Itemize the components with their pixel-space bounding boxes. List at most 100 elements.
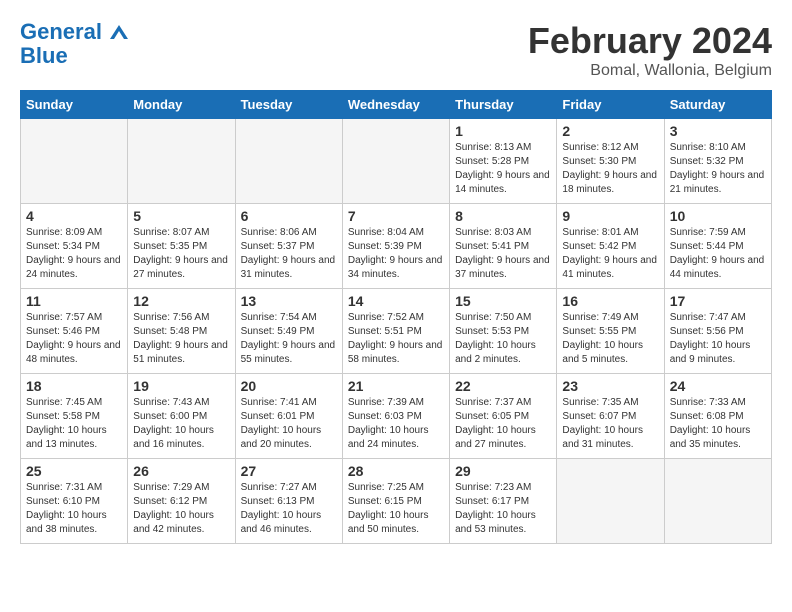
calendar-row: 25Sunrise: 7:31 AM Sunset: 6:10 PM Dayli… — [21, 459, 772, 544]
calendar-row: 4 Sunrise: 8:09 AM Sunset: 5:34 PM Daylig… — [21, 204, 772, 289]
day-info: Sunrise: 7:23 AM Sunset: 6:17 PM Dayligh… — [455, 481, 551, 537]
day-info: Sunrise: 7:43 AM Sunset: 6:00 PM Dayligh… — [133, 396, 229, 452]
table-row: 15 Sunrise: 7:50 AM Sunset: 5:53 PM Dayli… — [450, 289, 557, 374]
table-row: 25Sunrise: 7:31 AM Sunset: 6:10 PM Dayli… — [21, 459, 128, 544]
table-row — [557, 459, 664, 544]
day-info: Sunrise: 8:12 AM Sunset: 5:30 PM Dayligh… — [562, 141, 658, 197]
table-row: 9 Sunrise: 8:01 AM Sunset: 5:42 PM Daylig… — [557, 204, 664, 289]
day-info: Sunrise: 7:52 AM Sunset: 5:51 PM Dayligh… — [348, 311, 444, 367]
col-tuesday: Tuesday — [235, 91, 342, 119]
col-friday: Friday — [557, 91, 664, 119]
day-number: 17 — [670, 293, 766, 309]
calendar-title: February 2024 — [528, 20, 772, 62]
table-row: 10Sunrise: 7:59 AM Sunset: 5:44 PM Dayli… — [664, 204, 771, 289]
table-row — [664, 459, 771, 544]
table-row: 5 Sunrise: 8:07 AM Sunset: 5:35 PM Daylig… — [128, 204, 235, 289]
day-number: 11 — [26, 293, 122, 309]
day-info: Sunrise: 8:10 AM Sunset: 5:32 PM Dayligh… — [670, 141, 766, 197]
table-row: 6 Sunrise: 8:06 AM Sunset: 5:37 PM Daylig… — [235, 204, 342, 289]
day-number: 13 — [241, 293, 337, 309]
table-row: 28 Sunrise: 7:25 AM Sunset: 6:15 PM Dayli… — [342, 459, 449, 544]
day-number: 19 — [133, 378, 229, 394]
day-info: Sunrise: 7:45 AM Sunset: 5:58 PM Dayligh… — [26, 396, 122, 452]
header: General Blue February 2024 Bomal, Wallon… — [20, 20, 772, 80]
day-number: 4 — [26, 208, 122, 224]
day-number: 8 — [455, 208, 551, 224]
table-row: 11 Sunrise: 7:57 AM Sunset: 5:46 PM Dayli… — [21, 289, 128, 374]
day-info: Sunrise: 8:09 AM Sunset: 5:34 PM Dayligh… — [26, 226, 122, 282]
day-number: 15 — [455, 293, 551, 309]
day-number: 9 — [562, 208, 658, 224]
day-number: 27 — [241, 463, 337, 479]
day-info: Sunrise: 7:57 AM Sunset: 5:46 PM Dayligh… — [26, 311, 122, 367]
col-thursday: Thursday — [450, 91, 557, 119]
day-number: 26 — [133, 463, 229, 479]
day-number: 16 — [562, 293, 658, 309]
table-row — [21, 119, 128, 204]
logo-text: General — [20, 20, 128, 44]
table-row: 21 Sunrise: 7:39 AM Sunset: 6:03 PM Dayli… — [342, 374, 449, 459]
day-info: Sunrise: 7:56 AM Sunset: 5:48 PM Dayligh… — [133, 311, 229, 367]
logo: General Blue — [20, 20, 128, 68]
day-info: Sunrise: 8:01 AM Sunset: 5:42 PM Dayligh… — [562, 226, 658, 282]
day-info: Sunrise: 7:27 AM Sunset: 6:13 PM Dayligh… — [241, 481, 337, 537]
table-row — [235, 119, 342, 204]
table-row: 20Sunrise: 7:41 AM Sunset: 6:01 PM Dayli… — [235, 374, 342, 459]
table-row: 12 Sunrise: 7:56 AM Sunset: 5:48 PM Dayli… — [128, 289, 235, 374]
day-info: Sunrise: 7:33 AM Sunset: 6:08 PM Dayligh… — [670, 396, 766, 452]
table-row: 2 Sunrise: 8:12 AM Sunset: 5:30 PM Daylig… — [557, 119, 664, 204]
col-saturday: Saturday — [664, 91, 771, 119]
calendar-row: 11 Sunrise: 7:57 AM Sunset: 5:46 PM Dayli… — [21, 289, 772, 374]
table-row: 14 Sunrise: 7:52 AM Sunset: 5:51 PM Dayli… — [342, 289, 449, 374]
table-row: 23 Sunrise: 7:35 AM Sunset: 6:07 PM Dayli… — [557, 374, 664, 459]
day-info: Sunrise: 8:13 AM Sunset: 5:28 PM Dayligh… — [455, 141, 551, 197]
logo-blue-text: Blue — [20, 44, 128, 68]
day-info: Sunrise: 7:29 AM Sunset: 6:12 PM Dayligh… — [133, 481, 229, 537]
day-info: Sunrise: 8:03 AM Sunset: 5:41 PM Dayligh… — [455, 226, 551, 282]
day-info: Sunrise: 7:50 AM Sunset: 5:53 PM Dayligh… — [455, 311, 551, 367]
col-sunday: Sunday — [21, 91, 128, 119]
table-row: 22Sunrise: 7:37 AM Sunset: 6:05 PM Dayli… — [450, 374, 557, 459]
table-row — [342, 119, 449, 204]
day-info: Sunrise: 8:07 AM Sunset: 5:35 PM Dayligh… — [133, 226, 229, 282]
table-row: 1 Sunrise: 8:13 AM Sunset: 5:28 PM Daylig… — [450, 119, 557, 204]
table-row: 18 Sunrise: 7:45 AM Sunset: 5:58 PM Dayli… — [21, 374, 128, 459]
table-row: 27 Sunrise: 7:27 AM Sunset: 6:13 PM Dayli… — [235, 459, 342, 544]
day-info: Sunrise: 7:59 AM Sunset: 5:44 PM Dayligh… — [670, 226, 766, 282]
day-number: 23 — [562, 378, 658, 394]
title-area: February 2024 Bomal, Wallonia, Belgium — [528, 20, 772, 80]
day-info: Sunrise: 7:41 AM Sunset: 6:01 PM Dayligh… — [241, 396, 337, 452]
day-number: 28 — [348, 463, 444, 479]
day-number: 14 — [348, 293, 444, 309]
day-info: Sunrise: 7:49 AM Sunset: 5:55 PM Dayligh… — [562, 311, 658, 367]
table-row: 3 Sunrise: 8:10 AM Sunset: 5:32 PM Daylig… — [664, 119, 771, 204]
calendar-row: 1 Sunrise: 8:13 AM Sunset: 5:28 PM Daylig… — [21, 119, 772, 204]
day-info: Sunrise: 7:25 AM Sunset: 6:15 PM Dayligh… — [348, 481, 444, 537]
day-number: 6 — [241, 208, 337, 224]
day-number: 1 — [455, 123, 551, 139]
day-info: Sunrise: 7:39 AM Sunset: 6:03 PM Dayligh… — [348, 396, 444, 452]
day-number: 2 — [562, 123, 658, 139]
calendar-subtitle: Bomal, Wallonia, Belgium — [528, 62, 772, 80]
day-number: 18 — [26, 378, 122, 394]
table-row: 16 Sunrise: 7:49 AM Sunset: 5:55 PM Dayli… — [557, 289, 664, 374]
day-number: 21 — [348, 378, 444, 394]
table-row: 17Sunrise: 7:47 AM Sunset: 5:56 PM Dayli… — [664, 289, 771, 374]
table-row: 8 Sunrise: 8:03 AM Sunset: 5:41 PM Daylig… — [450, 204, 557, 289]
table-row: 29Sunrise: 7:23 AM Sunset: 6:17 PM Dayli… — [450, 459, 557, 544]
logo-icon — [110, 25, 128, 39]
table-row: 24Sunrise: 7:33 AM Sunset: 6:08 PM Dayli… — [664, 374, 771, 459]
day-number: 12 — [133, 293, 229, 309]
day-number: 5 — [133, 208, 229, 224]
day-info: Sunrise: 8:04 AM Sunset: 5:39 PM Dayligh… — [348, 226, 444, 282]
calendar-header-row: Sunday Monday Tuesday Wednesday Thursday… — [21, 91, 772, 119]
col-monday: Monday — [128, 91, 235, 119]
day-number: 3 — [670, 123, 766, 139]
day-info: Sunrise: 8:06 AM Sunset: 5:37 PM Dayligh… — [241, 226, 337, 282]
table-row: 7Sunrise: 8:04 AM Sunset: 5:39 PM Daylig… — [342, 204, 449, 289]
table-row: 4 Sunrise: 8:09 AM Sunset: 5:34 PM Daylig… — [21, 204, 128, 289]
day-info: Sunrise: 7:35 AM Sunset: 6:07 PM Dayligh… — [562, 396, 658, 452]
day-number: 25 — [26, 463, 122, 479]
calendar-row: 18 Sunrise: 7:45 AM Sunset: 5:58 PM Dayli… — [21, 374, 772, 459]
col-wednesday: Wednesday — [342, 91, 449, 119]
